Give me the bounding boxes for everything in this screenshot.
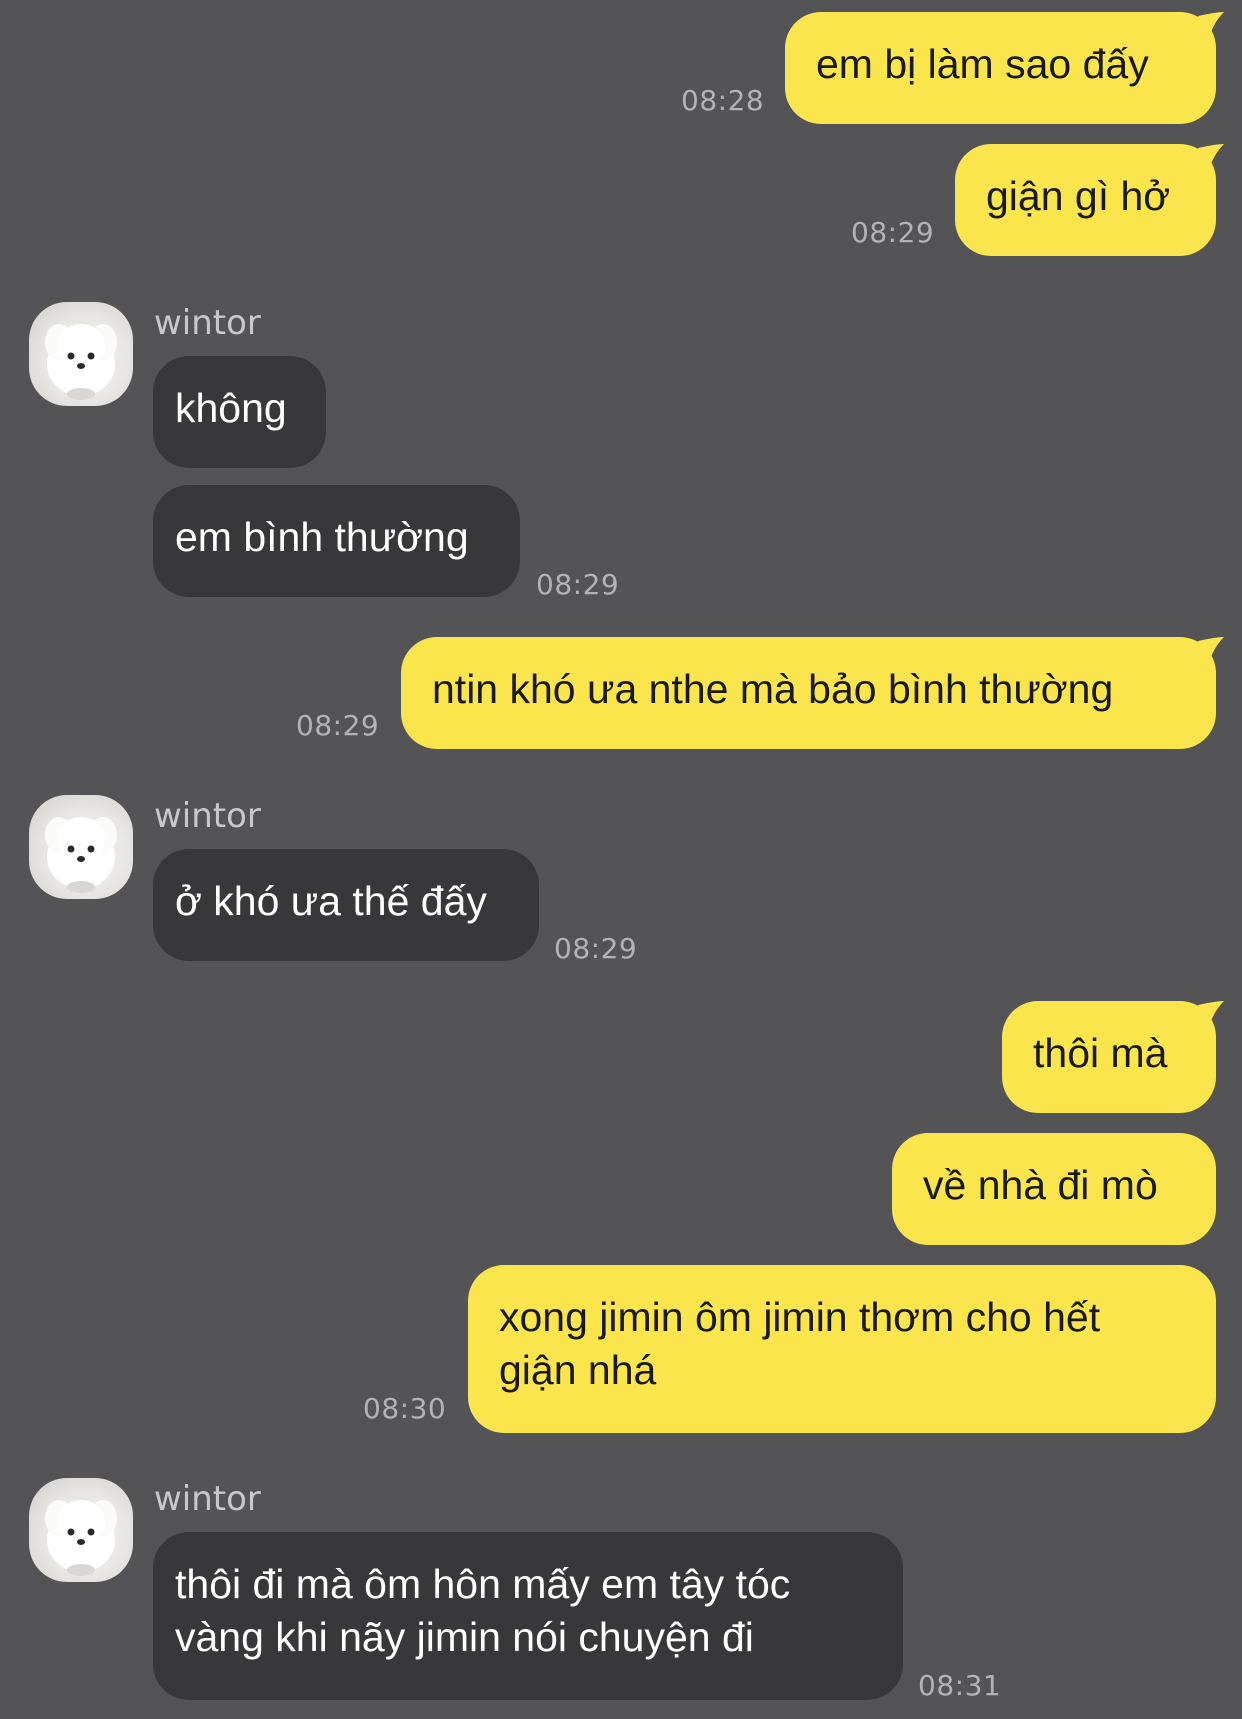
sender-name: wintor <box>154 796 261 836</box>
sender-name: wintor <box>154 1479 261 1519</box>
message-bubble-outgoing[interactable]: xong jimin ôm jimin thơm cho hết giận nh… <box>468 1265 1216 1433</box>
message-text: về nhà đi mò <box>923 1162 1158 1208</box>
message-timestamp: 08:29 <box>851 216 935 249</box>
message-text: em bị làm sao đấy <box>816 41 1149 87</box>
message-text: em bình thường <box>175 514 469 560</box>
message-bubble-incoming[interactable]: em bình thường <box>153 485 520 597</box>
white-puppy-avatar-icon <box>45 817 117 893</box>
white-puppy-avatar-icon <box>45 1500 117 1576</box>
message-bubble-outgoing[interactable]: về nhà đi mò <box>892 1133 1216 1245</box>
message-bubble-incoming[interactable]: thôi đi mà ôm hôn mấy em tây tóc vàng kh… <box>153 1532 903 1700</box>
sender-name: wintor <box>154 303 261 343</box>
contact-avatar[interactable] <box>29 302 133 406</box>
white-puppy-avatar-icon <box>45 324 117 400</box>
message-text: thôi đi mà ôm hôn mấy em tây tóc vàng kh… <box>175 1561 791 1660</box>
message-text: thôi mà <box>1033 1030 1168 1076</box>
message-bubble-incoming[interactable]: ở khó ưa thế đấy <box>153 849 539 961</box>
message-timestamp: 08:31 <box>918 1669 1002 1702</box>
message-text: giận gì hở <box>986 173 1171 219</box>
contact-avatar[interactable] <box>29 1478 133 1582</box>
message-text: không <box>175 385 287 431</box>
message-bubble-outgoing[interactable]: em bị làm sao đấy <box>785 12 1216 124</box>
message-timestamp: 08:28 <box>681 84 765 117</box>
contact-avatar[interactable] <box>29 795 133 899</box>
message-bubble-outgoing[interactable]: giận gì hở <box>955 144 1216 256</box>
message-bubble-outgoing[interactable]: thôi mà <box>1002 1001 1216 1113</box>
message-timestamp: 08:30 <box>363 1392 447 1425</box>
message-timestamp: 08:29 <box>554 932 638 965</box>
message-timestamp: 08:29 <box>296 709 380 742</box>
message-bubble-outgoing[interactable]: ntin khó ưa nthe mà bảo bình thường <box>401 637 1216 749</box>
message-bubble-incoming[interactable]: không <box>153 356 326 468</box>
message-text: ở khó ưa thế đấy <box>175 878 487 924</box>
message-timestamp: 08:29 <box>536 568 620 601</box>
chat-area[interactable]: em bị làm sao đấy 08:28 giận gì hở 08:29… <box>0 0 1242 1719</box>
message-text: xong jimin ôm jimin thơm cho hết giận nh… <box>499 1294 1101 1393</box>
message-text: ntin khó ưa nthe mà bảo bình thường <box>432 666 1114 712</box>
